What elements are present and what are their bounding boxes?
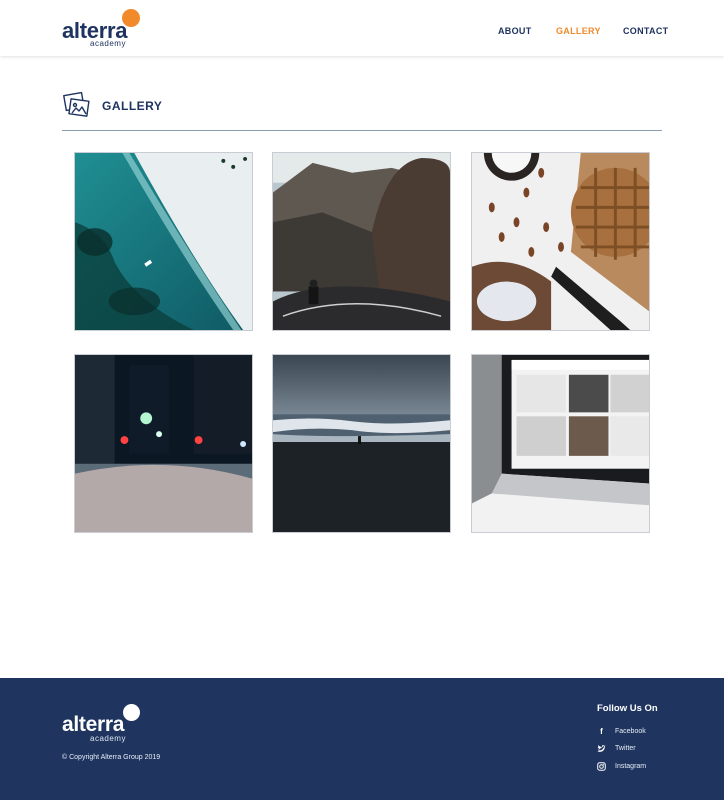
site-header: alterra academy ABOUT GALLERY CONTACT bbox=[0, 0, 724, 56]
social-label: Twitter bbox=[615, 745, 636, 752]
nav-gallery[interactable]: GALLERY bbox=[556, 26, 601, 36]
photos-icon bbox=[62, 91, 90, 118]
copyright-text: © Copyright Alterra Group 2019 bbox=[62, 754, 161, 761]
follow-title: Follow Us On bbox=[597, 703, 658, 714]
heading-divider bbox=[62, 130, 662, 131]
stormy-sea-shore-photo[interactable] bbox=[272, 354, 451, 533]
footer-logo-dot bbox=[123, 704, 140, 721]
page-title: GALLERY bbox=[102, 99, 163, 113]
logo-subtitle: academy bbox=[90, 39, 126, 48]
footer-brand-logo[interactable]: alterra academy bbox=[62, 702, 152, 744]
facebook-icon: f bbox=[600, 727, 603, 736]
city-night-street-photo[interactable] bbox=[74, 354, 253, 533]
nav-contact[interactable]: CONTACT bbox=[623, 26, 668, 36]
site-footer: alterra academy © Copyright Alterra Grou… bbox=[0, 678, 724, 800]
brand-logo[interactable]: alterra academy bbox=[62, 8, 152, 50]
aerial-beach-photo[interactable] bbox=[74, 152, 253, 331]
instagram-icon bbox=[597, 762, 606, 771]
nav-about[interactable]: ABOUT bbox=[498, 26, 532, 36]
twitter-icon bbox=[597, 744, 606, 753]
social-label: Facebook bbox=[615, 728, 646, 735]
laptop-on-desk-photo[interactable] bbox=[471, 354, 650, 533]
mountain-motorcycle-road-photo[interactable] bbox=[272, 152, 451, 331]
pie-and-almonds-photo[interactable] bbox=[471, 152, 650, 331]
footer-logo-subtitle: academy bbox=[90, 734, 126, 743]
social-label: Instagram bbox=[615, 763, 647, 770]
